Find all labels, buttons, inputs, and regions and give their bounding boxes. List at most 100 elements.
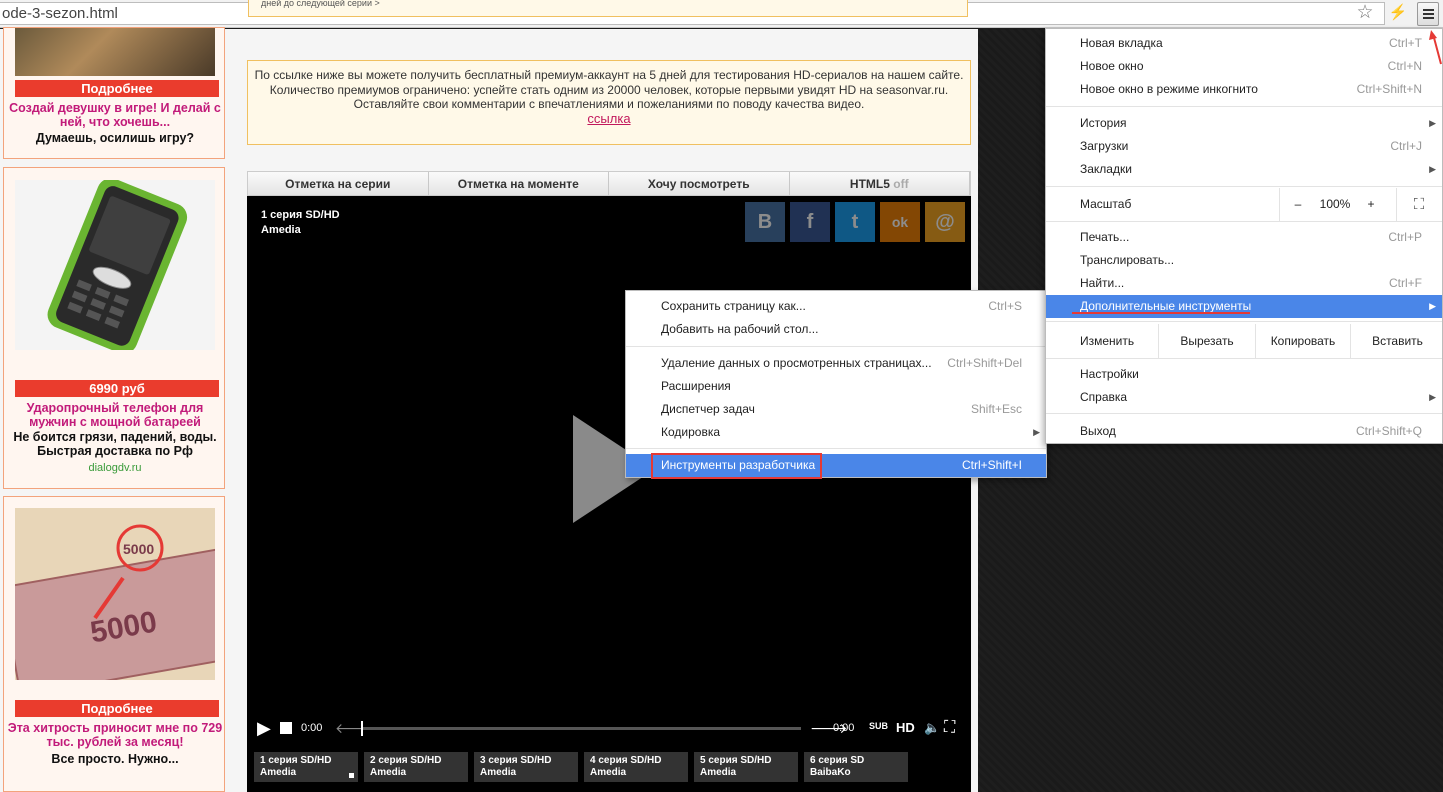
- video-title: 1 серия SD/HD Amedia: [261, 208, 340, 238]
- episode-item[interactable]: 4 серия SD/HD Amedia: [584, 752, 688, 782]
- next-episode-notice[interactable]: дней до следующей серии >: [248, 0, 968, 17]
- hamburger-line: [1423, 17, 1434, 19]
- cut-button[interactable]: Вырезать: [1159, 324, 1255, 358]
- vk-share-icon[interactable]: В: [745, 202, 785, 242]
- menu-item-save-page[interactable]: Сохранить страницу как... Ctrl+S: [626, 295, 1046, 318]
- menu-item-history[interactable]: История ▶: [1046, 112, 1442, 135]
- zoom-in-button[interactable]: +: [1360, 188, 1382, 221]
- menu-item-new-tab[interactable]: Новая вкладка Ctrl+T: [1046, 32, 1442, 55]
- copy-button[interactable]: Копировать: [1256, 324, 1350, 358]
- menu-item-label: Дополнительные инструменты: [1080, 299, 1252, 313]
- menu-item-shortcut: Ctrl+T: [1389, 36, 1422, 50]
- tab-mark-series[interactable]: Отметка на серии: [248, 172, 429, 195]
- player-controls: ▶ 0:00 🡐 🡒 0:00 SUB HD 🔈 ⛶: [247, 714, 971, 742]
- menu-item-label: История: [1080, 116, 1127, 130]
- phone-ad-image[interactable]: [15, 178, 215, 354]
- hamburger-icon: [1423, 9, 1434, 11]
- ad-subtext: Думаешь, осилишь игру?: [35, 131, 195, 145]
- ad-headline[interactable]: Эта хитрость приносит мне по 729 тыс. ру…: [4, 721, 226, 749]
- total-time: 0:00: [833, 722, 855, 734]
- paste-button[interactable]: Вставить: [1351, 324, 1443, 358]
- zoom-out-button[interactable]: –: [1286, 188, 1310, 221]
- seek-bar[interactable]: [361, 721, 801, 736]
- menu-item-print[interactable]: Печать... Ctrl+P: [1046, 226, 1442, 249]
- tab-want-to-watch[interactable]: Хочу посмотреть: [609, 172, 790, 195]
- menu-item-clear-data[interactable]: Удаление данных о просмотренных страница…: [626, 352, 1046, 375]
- episode-title: 1 серия SD/HD: [261, 209, 340, 221]
- ad-block-money[interactable]: 5000 5000 Подробнее Эта хитрость приноси…: [0, 496, 239, 792]
- menu-item-new-window[interactable]: Новое окно Ctrl+N: [1046, 55, 1442, 78]
- menu-divider: [626, 448, 1046, 449]
- fullscreen-icon[interactable]: ⛶: [1404, 188, 1434, 221]
- odnoklassniki-share-icon[interactable]: ok: [880, 202, 920, 242]
- menu-item-settings[interactable]: Настройки: [1046, 363, 1442, 386]
- ad-block-game[interactable]: Подробнее Создай девушку в игре! И делай…: [3, 27, 225, 159]
- mail-share-icon[interactable]: @: [925, 202, 965, 242]
- volume-icon[interactable]: 🔈: [924, 714, 940, 742]
- menu-item-encoding[interactable]: Кодировка ▶: [626, 421, 1046, 444]
- chrome-menu-button[interactable]: [1417, 2, 1439, 26]
- price-bar[interactable]: 6990 руб: [15, 380, 219, 397]
- episode-item[interactable]: 5 серия SD/HD Amedia: [694, 752, 798, 782]
- menu-item-more-tools[interactable]: Дополнительные инструменты ▶: [1046, 295, 1442, 318]
- notice-text: По ссылке ниже вы можете получить беспла…: [254, 68, 964, 97]
- stop-icon[interactable]: [280, 714, 292, 742]
- tab-mark-moment[interactable]: Отметка на моменте: [428, 172, 609, 195]
- bookmark-star-icon[interactable]: ☆: [1355, 3, 1375, 23]
- ad-domain[interactable]: dialogdv.ru: [4, 461, 226, 475]
- menu-item-label: Новая вкладка: [1080, 36, 1163, 50]
- menu-item-shortcut: Ctrl+Shift+N: [1356, 82, 1422, 96]
- menu-item-find[interactable]: Найти... Ctrl+F: [1046, 272, 1442, 295]
- menu-item-shortcut: Ctrl+J: [1390, 139, 1422, 153]
- lightning-extension-icon[interactable]: ⚡: [1388, 3, 1408, 23]
- ad-headline[interactable]: Ударопрочный телефон для мужчин с мощной…: [4, 401, 226, 429]
- seek-handle[interactable]: [361, 721, 363, 736]
- menu-item-downloads[interactable]: Загрузки Ctrl+J: [1046, 135, 1442, 158]
- menu-item-add-to-desktop[interactable]: Добавить на рабочий стол...: [626, 318, 1046, 341]
- menu-item-help[interactable]: Справка ▶: [1046, 386, 1442, 409]
- annotation-highlight-box: [651, 453, 822, 479]
- premium-link[interactable]: ссылка: [587, 111, 630, 126]
- ad-image[interactable]: [15, 28, 215, 76]
- menu-item-bookmarks[interactable]: Закладки ▶: [1046, 158, 1442, 181]
- menu-divider: [1046, 321, 1442, 322]
- episode-item[interactable]: 6 серия SD BaibaKo: [804, 752, 908, 782]
- episode-item[interactable]: 3 серия SD/HD Amedia: [474, 752, 578, 782]
- episode-item-title: 2 серия SD/HD: [370, 755, 442, 766]
- hd-button[interactable]: HD: [896, 714, 915, 742]
- menu-item-shortcut: Ctrl+F: [1389, 276, 1422, 290]
- more-tools-submenu: Сохранить страницу как... Ctrl+S Добавить…: [625, 290, 1047, 479]
- edit-label: Изменить: [1080, 334, 1135, 348]
- subtitles-button[interactable]: SUB: [869, 714, 888, 742]
- ad-headline[interactable]: Создай девушку в игре! И делай с ней, чт…: [4, 101, 226, 129]
- submenu-arrow-icon: ▶: [1429, 164, 1436, 174]
- menu-item-label: Новое окно в режиме инкогнито: [1080, 82, 1258, 96]
- episode-item[interactable]: 2 серия SD/HD Amedia: [364, 752, 468, 782]
- menu-item-label: Найти...: [1080, 276, 1125, 290]
- player-tabs: Отметка на серии Отметка на моменте Хочу…: [247, 171, 971, 196]
- more-button[interactable]: Подробнее: [15, 80, 219, 97]
- episode-item[interactable]: 1 серия SD/HD Amedia: [254, 752, 358, 782]
- fullscreen-icon[interactable]: ⛶: [944, 714, 955, 742]
- menu-item-exit[interactable]: Выход Ctrl+Shift+Q: [1046, 420, 1442, 443]
- menu-item-task-manager[interactable]: Диспетчер задач Shift+Esc: [626, 398, 1046, 421]
- facebook-share-icon[interactable]: f: [790, 202, 830, 242]
- ad-block-phone[interactable]: 6990 руб Ударопрочный телефон для мужчин…: [3, 167, 225, 489]
- menu-item-extensions[interactable]: Расширения: [626, 375, 1046, 398]
- menu-item-shortcut: Ctrl+Shift+Q: [1355, 424, 1422, 438]
- episode-item-title: 6 серия SD: [810, 755, 865, 766]
- current-episode-marker: [349, 773, 354, 778]
- money-ad-image[interactable]: 5000 5000: [0, 508, 239, 698]
- more-button[interactable]: Подробнее: [15, 700, 219, 717]
- menu-item-cast[interactable]: Транслировать...: [1046, 249, 1442, 272]
- menu-item-label: Кодировка: [661, 425, 721, 439]
- menu-item-incognito[interactable]: Новое окно в режиме инкогнито Ctrl+Shift+…: [1046, 78, 1442, 101]
- play-icon[interactable]: ▶: [257, 714, 271, 742]
- chrome-main-menu: Новая вкладка Ctrl+T Новое окно Ctrl+N Нов…: [1045, 28, 1443, 444]
- menu-divider: [1046, 413, 1442, 414]
- submenu-arrow-icon: ▶: [1429, 118, 1436, 128]
- tab-html5[interactable]: HTML5 off: [789, 172, 970, 195]
- video-player[interactable]: 1 серия SD/HD Amedia В f t ok @ ▶ 0:00 🡐…: [247, 196, 971, 792]
- episode-item-title: 1 серия SD/HD: [260, 755, 332, 766]
- twitter-share-icon[interactable]: t: [835, 202, 875, 242]
